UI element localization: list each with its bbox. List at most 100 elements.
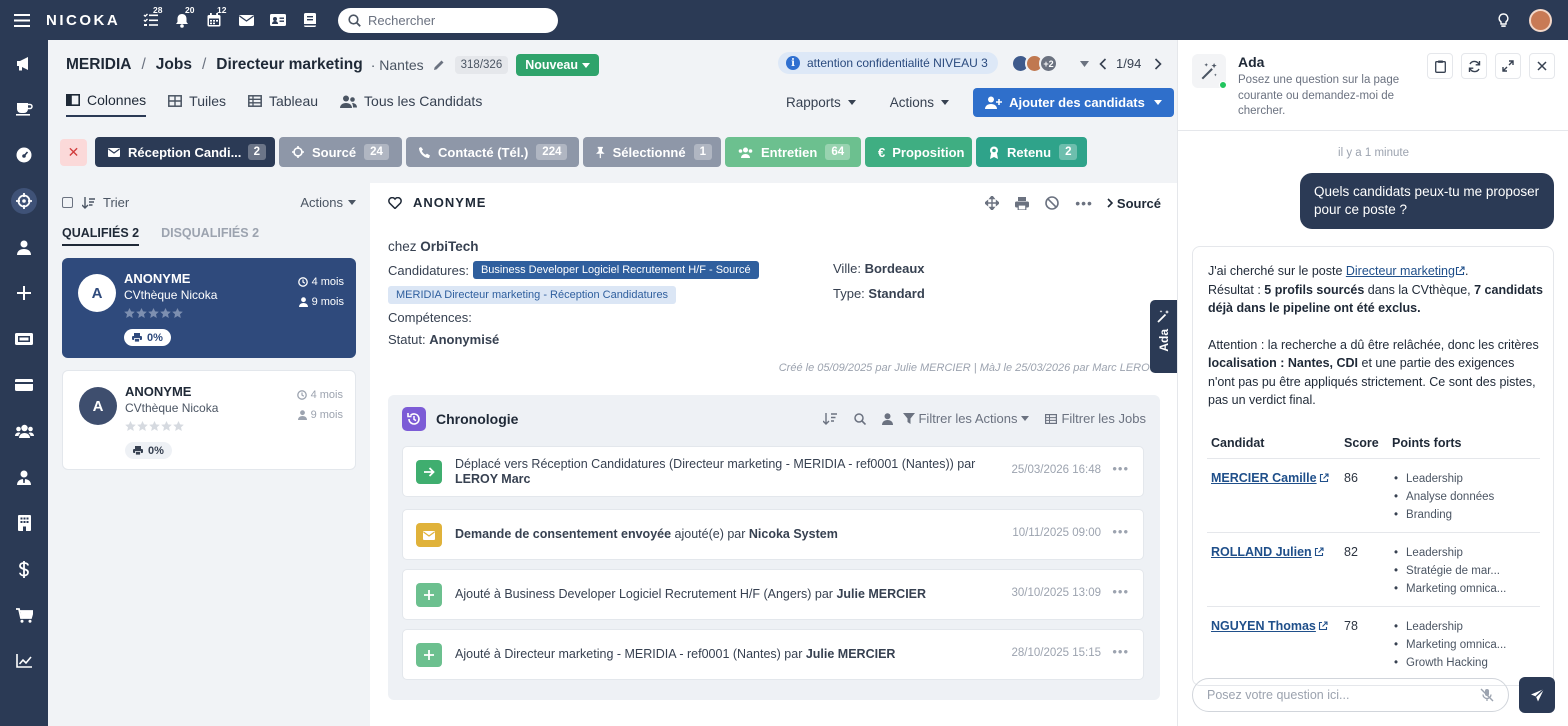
more-icon[interactable]: ••• [1112, 461, 1129, 476]
next-stage-label: Sourcé [1116, 195, 1161, 211]
timeline-event[interactable]: Ajouté à Directeur marketing - MERIDIA -… [402, 629, 1144, 680]
megaphone-icon[interactable] [0, 40, 48, 86]
building-icon[interactable] [0, 500, 48, 546]
sort-label[interactable]: Trier [103, 195, 129, 210]
candidate-link[interactable]: MERCIER Camille [1211, 471, 1317, 485]
rating-stars[interactable] [125, 421, 185, 432]
application-tag[interactable]: Business Developer Logiciel Recrutement … [472, 261, 759, 279]
tab-table[interactable]: Tableau [248, 92, 318, 117]
users-icon[interactable] [0, 408, 48, 454]
select-all-checkbox[interactable] [62, 197, 73, 208]
filter-actions-dropdown[interactable]: Filtrer les Actions [903, 411, 1030, 426]
plus-icon[interactable] [0, 270, 48, 316]
stage-interview[interactable]: Entretien 64 [725, 137, 861, 167]
microphone-off-icon[interactable] [1480, 688, 1494, 702]
print-icon[interactable] [1015, 196, 1030, 210]
chevron-right-icon[interactable] [1154, 57, 1162, 70]
status-dropdown[interactable]: Nouveau [516, 54, 600, 76]
city-label: Ville: [833, 261, 861, 276]
pencil-icon[interactable] [433, 59, 445, 71]
breadcrumb-company[interactable]: MERIDIA [66, 56, 131, 74]
stage-contacted[interactable]: Contacté (Tél.) 224 [406, 137, 579, 167]
calendar-icon[interactable]: 12 [198, 0, 230, 40]
candidate-initial: A [78, 274, 116, 312]
menu-icon[interactable] [0, 13, 44, 27]
rejected-stage-button[interactable]: ✕ [60, 138, 87, 166]
coffee-icon[interactable] [0, 86, 48, 132]
ticket-icon[interactable] [0, 316, 48, 362]
more-icon[interactable]: ••• [1112, 644, 1129, 659]
user-tie-icon[interactable] [0, 454, 48, 500]
mail-icon[interactable] [230, 0, 262, 40]
move-icon[interactable] [985, 196, 1000, 210]
question-input[interactable]: Posez votre question ici... [1192, 678, 1509, 712]
dashboard-icon[interactable] [0, 132, 48, 178]
target-icon[interactable] [0, 178, 48, 224]
next-stage-button[interactable]: Sourcé [1107, 196, 1161, 211]
candidate-card-selected[interactable]: A ANONYME CVthèque Nicoka 0% 4 mois 9 mo… [62, 258, 356, 358]
bell-icon[interactable]: 20 [166, 0, 198, 40]
tab-all-candidates[interactable]: Tous les Candidats [340, 92, 482, 117]
tab-disqualified[interactable]: DISQUALIFIÉS 2 [161, 226, 259, 246]
tab-qualified[interactable]: QUALIFIÉS 2 [62, 226, 140, 246]
more-icon[interactable]: ••• [1112, 584, 1129, 599]
more-icon[interactable]: ••• [1075, 195, 1093, 211]
reports-dropdown[interactable]: Rapports [786, 95, 856, 110]
user-filter-icon[interactable] [882, 412, 894, 425]
breadcrumb-jobs[interactable]: Jobs [156, 56, 192, 74]
heart-icon[interactable] [388, 196, 402, 209]
timeline-event[interactable]: Demande de consentement envoyée ajouté(e… [402, 509, 1144, 560]
stage-reception[interactable]: Réception Candi... 2 [95, 137, 275, 167]
user-icon[interactable] [0, 224, 48, 270]
stage-proposal[interactable]: € Proposition [865, 137, 972, 167]
more-icon[interactable]: ••• [1112, 524, 1129, 539]
candidate-card[interactable]: A ANONYME CVthèque Nicoka 0% 4 mois 9 mo… [62, 370, 356, 470]
candidate-link[interactable]: ROLLAND Julien [1211, 545, 1312, 559]
rating-stars[interactable] [124, 308, 184, 319]
list-item: Leadership [1392, 544, 1540, 562]
tasks-icon[interactable]: 28 [134, 0, 166, 40]
sort-icon[interactable] [823, 412, 838, 425]
notebook-icon[interactable] [294, 0, 326, 40]
ada-side-tab[interactable]: Ada [1150, 300, 1177, 373]
actions-dropdown[interactable]: Actions [890, 95, 950, 110]
dollar-icon[interactable] [0, 546, 48, 592]
filter-jobs-button[interactable]: Filtrer les Jobs [1045, 411, 1146, 426]
timeline-event[interactable]: Ajouté à Business Developer Logiciel Rec… [402, 569, 1144, 620]
brand-logo[interactable]: NICOKA [46, 12, 134, 29]
job-link[interactable]: Directeur marketing [1346, 264, 1455, 278]
detail-header: ANONYME [388, 195, 486, 210]
caret-down-icon [582, 62, 591, 68]
stage-sourced[interactable]: Sourcé 24 [279, 137, 402, 167]
user-avatar[interactable] [1529, 8, 1552, 32]
event-description: Déplacé vers Réception Candidatures (Dir… [455, 457, 976, 471]
magic-wand-icon [1157, 310, 1169, 323]
close-button[interactable] [1529, 53, 1555, 79]
timeline-event[interactable]: Déplacé vers Réception Candidatures (Dir… [402, 446, 1144, 497]
expand-button[interactable] [1495, 53, 1521, 79]
sort-icon[interactable] [82, 196, 95, 209]
add-candidates-button[interactable]: Ajouter des candidats [973, 88, 1174, 117]
candidate-city: Bordeaux [864, 261, 925, 276]
id-card-icon[interactable] [0, 362, 48, 408]
send-button[interactable] [1519, 677, 1555, 713]
team-avatars[interactable]: +2 [1011, 54, 1058, 73]
caret-down-icon[interactable] [1080, 60, 1089, 67]
tab-tiles[interactable]: Tuiles [168, 92, 226, 117]
contact-card-icon[interactable] [262, 0, 294, 40]
search-icon[interactable] [854, 412, 867, 425]
chart-line-icon[interactable] [0, 638, 48, 684]
stage-hired[interactable]: Retenu 2 [976, 137, 1087, 167]
lightbulb-icon[interactable] [1498, 12, 1509, 28]
list-actions-dropdown[interactable]: Actions [300, 195, 356, 210]
refresh-button[interactable] [1461, 53, 1487, 79]
tab-columns[interactable]: Colonnes [66, 92, 147, 117]
stage-selected[interactable]: Sélectionné 1 [583, 137, 721, 167]
search-input[interactable]: Rechercher [338, 7, 558, 33]
ban-icon[interactable] [1045, 196, 1060, 210]
chevron-left-icon[interactable] [1099, 57, 1107, 70]
cart-icon[interactable] [0, 592, 48, 638]
application-tag[interactable]: MERIDIA Directeur marketing - Réception … [388, 286, 677, 304]
candidate-link[interactable]: NGUYEN Thomas [1211, 619, 1316, 633]
clipboard-button[interactable] [1427, 53, 1453, 79]
